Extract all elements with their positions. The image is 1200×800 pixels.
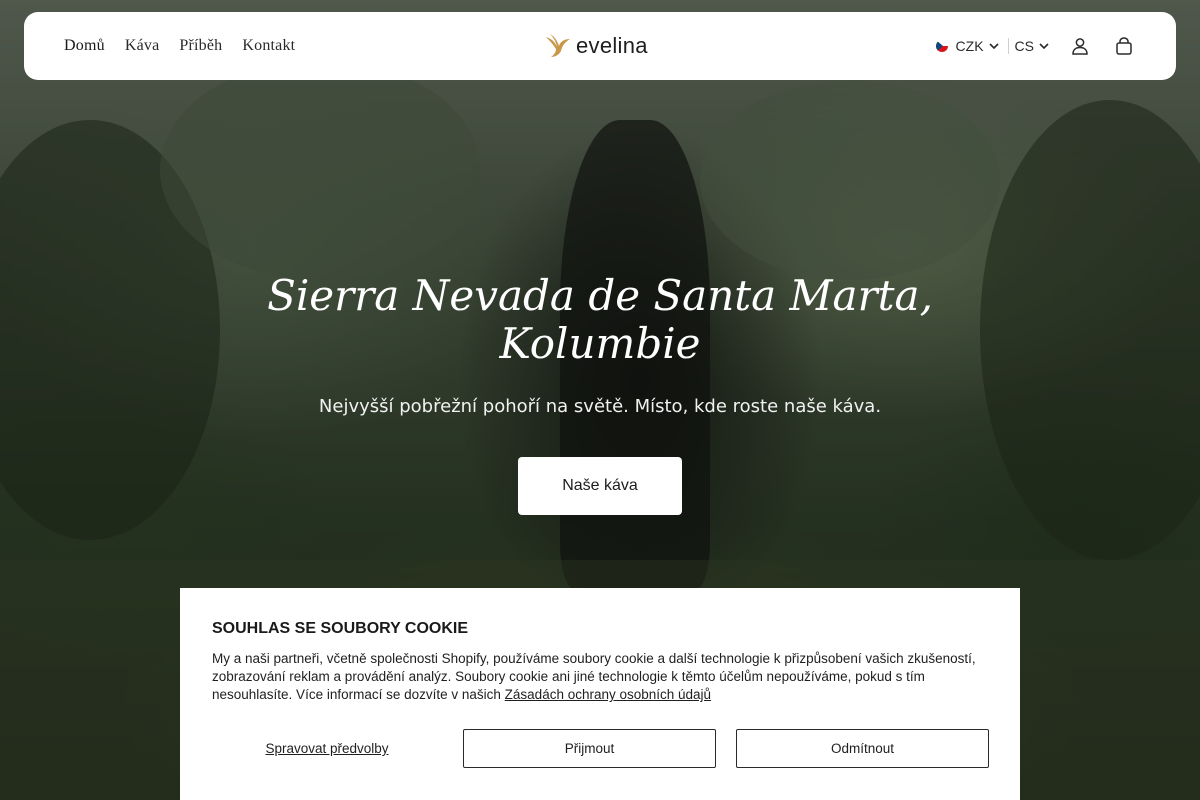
hero-title-line-1: Sierra Nevada de Santa Marta, <box>267 271 933 320</box>
cookie-consent-banner: SOUHLAS SE SOUBORY COOKIE My a naši part… <box>180 588 1020 800</box>
cookie-title: SOUHLAS SE SOUBORY COOKIE <box>212 620 469 637</box>
account-button[interactable] <box>1068 34 1092 58</box>
cart-button[interactable] <box>1112 34 1136 58</box>
site-header: Domů Káva Příběh Kontakt evelina CZK CS <box>24 12 1176 80</box>
accept-button[interactable]: Přijmout <box>463 729 716 768</box>
our-coffee-button[interactable]: Naše káva <box>518 457 682 515</box>
hero-content: Sierra Nevada de Santa Marta, Kolumbie N… <box>0 272 1200 515</box>
language-label: CS <box>1014 38 1034 54</box>
chevron-down-icon <box>988 43 999 50</box>
logo-text: evelina <box>576 33 648 58</box>
manage-preferences-link[interactable]: Spravovat předvolby <box>212 729 442 769</box>
user-icon <box>1072 38 1088 55</box>
privacy-policy-link[interactable]: Zásadách ochrany osobních údajů <box>505 687 711 702</box>
foliage-shape <box>700 80 1000 280</box>
hero-subtitle: Nejvyšší pobřežní pohoří na světě. Místo… <box>318 396 882 417</box>
decline-button[interactable]: Odmítnout <box>736 729 989 768</box>
nav-item-story[interactable]: Příběh <box>179 37 222 55</box>
cookie-actions: Spravovat předvolby Přijmout Odmítnout <box>212 729 989 769</box>
nav-item-contact[interactable]: Kontakt <box>242 37 295 55</box>
hero-title-line-2: Kolumbie <box>499 319 701 368</box>
currency-label: CZK <box>955 38 984 54</box>
bird-icon <box>546 34 570 57</box>
nav-item-coffee[interactable]: Káva <box>125 37 160 55</box>
header-actions: CZK CS <box>935 12 1136 80</box>
logo[interactable]: evelina <box>544 12 656 80</box>
cookie-description: My a naši partneři, včetně společnosti S… <box>212 650 988 704</box>
czech-flag-icon <box>935 40 948 52</box>
chevron-down-icon <box>1039 43 1049 50</box>
hero-title: Sierra Nevada de Santa Marta, Kolumbie <box>250 272 950 368</box>
foliage-shape <box>160 60 480 280</box>
selector-divider <box>1007 38 1009 54</box>
nav-item-home[interactable]: Domů <box>64 37 105 55</box>
shopping-bag-icon <box>1116 37 1132 55</box>
currency-selector[interactable]: CZK <box>935 38 1000 54</box>
main-navigation: Domů Káva Příběh Kontakt <box>64 12 295 80</box>
language-selector[interactable]: CS <box>1015 38 1050 54</box>
